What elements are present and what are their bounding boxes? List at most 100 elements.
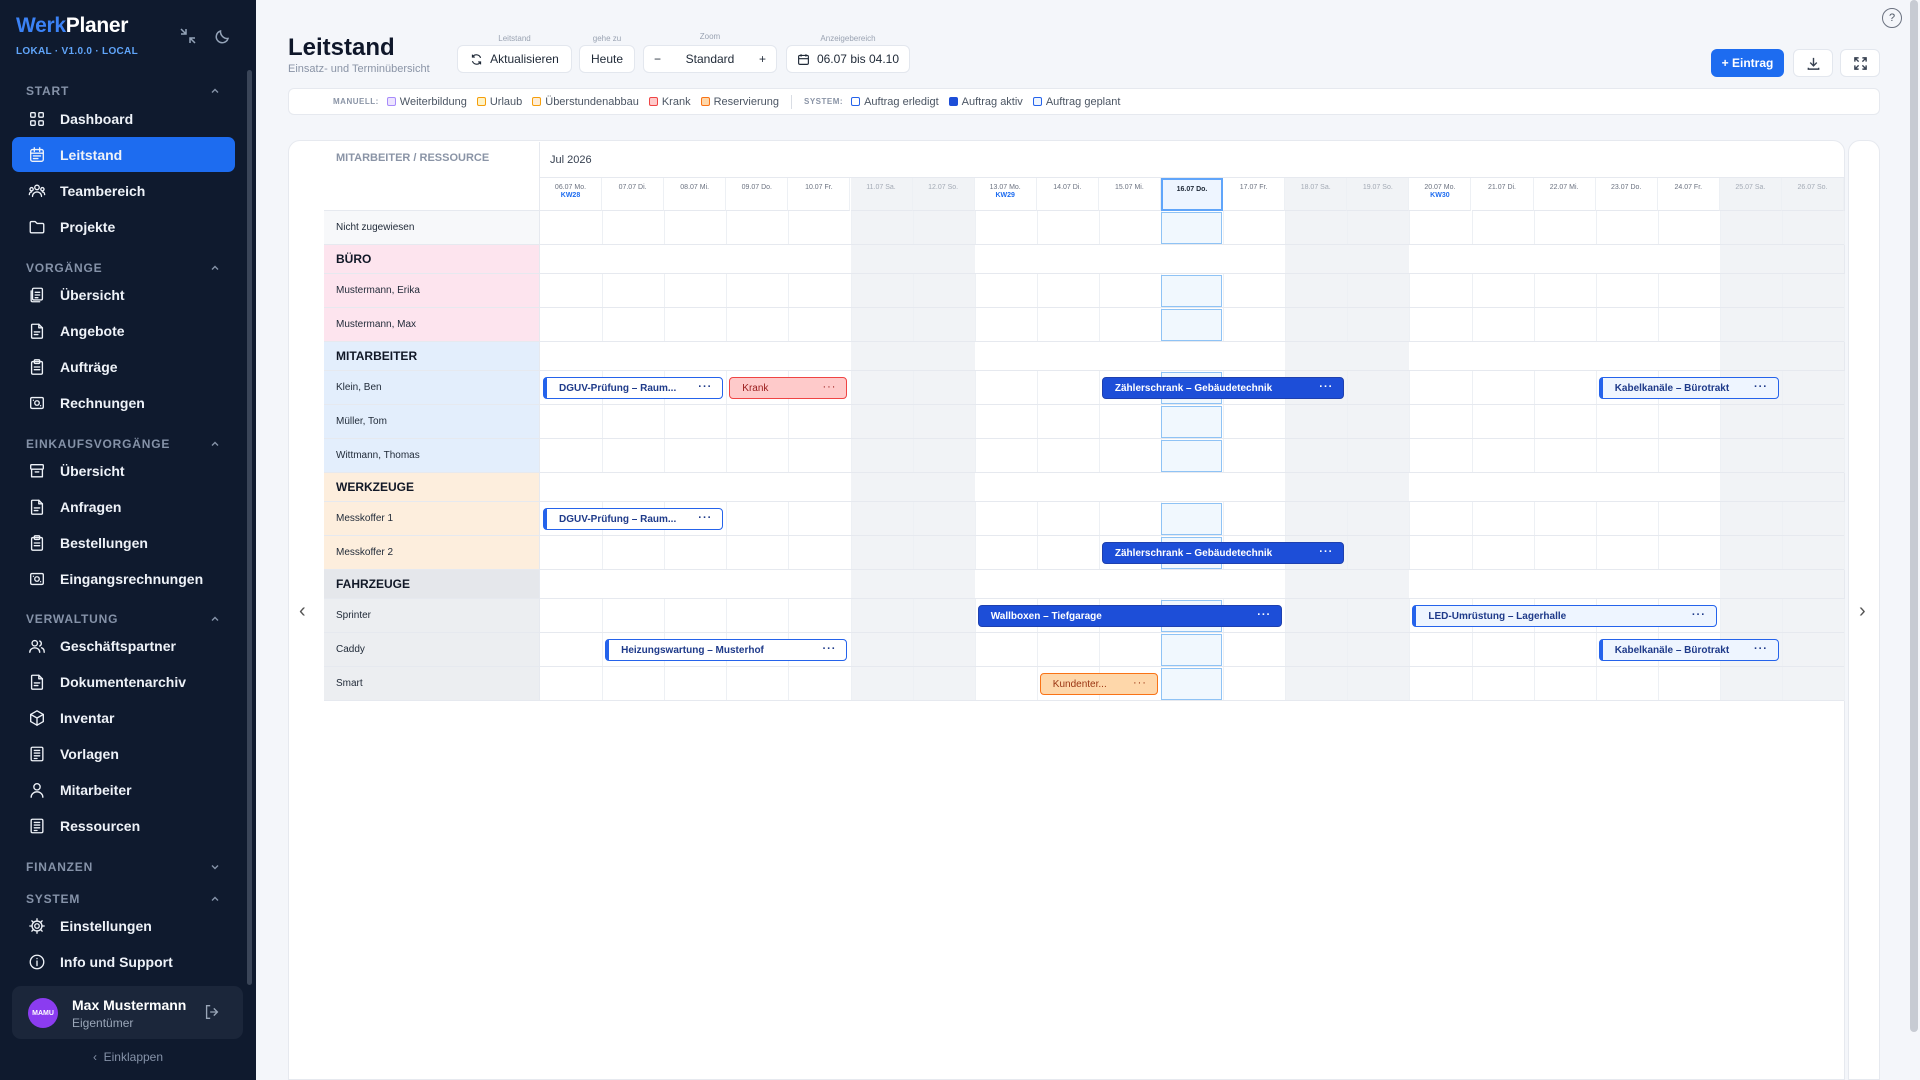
resource-row-label[interactable]: Mustermann, Erika [324, 274, 540, 308]
resource-row-label[interactable]: Messkoffer 2 [324, 536, 540, 570]
schedule-event[interactable]: DGUV-Prüfung – Raum... ··· [543, 508, 724, 530]
new-entry-button[interactable]: + Eintrag [1711, 49, 1784, 77]
sidebar-item-dashboard[interactable]: Dashboard [12, 101, 235, 136]
day-header[interactable]: 19.07 So. [1347, 178, 1410, 211]
day-header[interactable]: 06.07 Mo. KW28 [540, 178, 602, 211]
more-options-icon[interactable]: ··· [1692, 609, 1706, 621]
schedule-event[interactable]: Kabelkanäle – Bürotrakt ··· [1598, 377, 1779, 399]
day-header[interactable]: 13.07 Mo. KW29 [974, 178, 1037, 211]
sidebar-item-einstellungen[interactable]: Einstellungen [12, 908, 235, 943]
schedule-event[interactable]: Heizungswartung – Musterhof ··· [605, 639, 848, 661]
more-options-icon[interactable]: ··· [1133, 677, 1147, 689]
download-button[interactable] [1793, 49, 1833, 77]
day-header[interactable]: 14.07 Di. [1036, 178, 1099, 211]
app-logo[interactable]: WerkPlaner [16, 14, 128, 38]
day-header[interactable]: 17.07 Fr. [1223, 178, 1286, 211]
sidebar-item-angebote[interactable]: Angebote [12, 313, 235, 348]
more-options-icon[interactable]: ··· [1319, 546, 1333, 558]
resource-row-label[interactable]: Smart [324, 667, 540, 701]
sidebar-item-leitstand[interactable]: Leitstand [12, 137, 235, 172]
resource-row-label[interactable]: Caddy [324, 633, 540, 667]
day-header[interactable]: 11.07 Sa. [850, 178, 913, 211]
chevron-up-icon[interactable] [210, 86, 220, 96]
sidebar-item-projekte[interactable]: Projekte [12, 209, 235, 244]
chevron-down-icon[interactable] [210, 862, 220, 872]
more-options-icon[interactable]: ··· [1754, 643, 1768, 655]
fullscreen-button[interactable] [1840, 49, 1880, 77]
today-button[interactable]: Heute [579, 45, 635, 73]
sidebar-section-title[interactable]: FINANZEN [26, 860, 93, 874]
sidebar-scrollbar[interactable] [247, 70, 252, 985]
page-scrollbar[interactable] [1910, 0, 1918, 1032]
chevron-up-icon[interactable] [210, 439, 220, 449]
sidebar-item-geschäftspartner[interactable]: Geschäftspartner [12, 628, 235, 663]
schedule-event[interactable]: Zählerschrank – Gebäudetechnik ··· [1101, 542, 1345, 564]
day-header[interactable]: 22.07 Mi. [1533, 178, 1596, 211]
sidebar-section-title[interactable]: EINKAUFSVORGÄNGE [26, 437, 170, 451]
day-header[interactable]: 16.07 Do. [1161, 178, 1223, 211]
day-header[interactable]: 23.07 Do. [1595, 178, 1658, 211]
day-header[interactable]: 08.07 Mi. [664, 178, 727, 211]
resource-row-label[interactable]: Müller, Tom [324, 405, 540, 439]
sidebar-item-bestellungen[interactable]: Bestellungen [12, 525, 235, 560]
resource-row-label[interactable]: Klein, Ben [324, 371, 540, 405]
day-header[interactable]: 21.07 Di. [1471, 178, 1534, 211]
collapse-arrows-icon[interactable] [178, 26, 198, 46]
zoom-out-button[interactable]: − [654, 52, 661, 66]
sidebar-item-ressourcen[interactable]: Ressourcen [12, 808, 235, 843]
sidebar-item-übersicht[interactable]: Übersicht [12, 453, 235, 488]
logout-icon[interactable] [203, 1003, 221, 1021]
day-header[interactable]: 15.07 Mi. [1098, 178, 1161, 211]
day-header[interactable]: 10.07 Fr. [788, 178, 851, 211]
schedule-event[interactable]: LED-Umrüstung – Lagerhalle ··· [1412, 605, 1717, 627]
sidebar-item-dokumentenarchiv[interactable]: Dokumentenarchiv [12, 664, 235, 699]
more-options-icon[interactable]: ··· [698, 381, 712, 393]
schedule-event[interactable]: DGUV-Prüfung – Raum... ··· [543, 377, 724, 399]
day-header[interactable]: 24.07 Fr. [1657, 178, 1720, 211]
resource-row-label[interactable]: Messkoffer 1 [324, 502, 540, 536]
schedule-event[interactable]: Krank ··· [729, 377, 848, 399]
moon-icon[interactable] [213, 26, 233, 46]
sidebar-item-übersicht[interactable]: Übersicht [12, 277, 235, 312]
sidebar-section-title[interactable]: VERWALTUNG [26, 612, 118, 626]
sidebar-item-rechnungen[interactable]: Rechnungen [12, 385, 235, 420]
more-options-icon[interactable]: ··· [1257, 609, 1271, 621]
schedule-event[interactable]: Zählerschrank – Gebäudetechnik ··· [1101, 377, 1345, 399]
day-header[interactable]: 07.07 Di. [602, 178, 665, 211]
collapse-sidebar-button[interactable]: ‹ Einklappen [0, 1050, 256, 1064]
zoom-in-button[interactable]: + [759, 52, 766, 66]
day-header[interactable]: 12.07 So. [912, 178, 975, 211]
day-header[interactable]: 18.07 Sa. [1285, 178, 1348, 211]
day-header[interactable]: 09.07 Do. [726, 178, 789, 211]
sidebar-item-mitarbeiter[interactable]: Mitarbeiter [12, 772, 235, 807]
more-options-icon[interactable]: ··· [822, 381, 836, 393]
sidebar-item-anfragen[interactable]: Anfragen [12, 489, 235, 524]
chevron-up-icon[interactable] [210, 263, 220, 273]
chevron-up-icon[interactable] [210, 894, 220, 904]
sidebar-item-eingangsrechnungen[interactable]: Eingangsrechnungen [12, 561, 235, 596]
prev-period-button[interactable]: ‹ [299, 600, 311, 622]
day-header[interactable]: 26.07 So. [1782, 178, 1844, 211]
user-card[interactable]: MAMU Max Mustermann Eigentümer [12, 986, 243, 1039]
more-options-icon[interactable]: ··· [698, 512, 712, 524]
sidebar-item-vorlagen[interactable]: Vorlagen [12, 736, 235, 771]
help-icon[interactable]: ? [1882, 8, 1902, 28]
resource-row-label[interactable]: Nicht zugewiesen [324, 211, 540, 245]
next-period-button[interactable]: › [1859, 600, 1871, 622]
sidebar-item-teambereich[interactable]: Teambereich [12, 173, 235, 208]
day-header[interactable]: 20.07 Mo. KW30 [1409, 178, 1472, 211]
more-options-icon[interactable]: ··· [1319, 381, 1333, 393]
chevron-up-icon[interactable] [210, 614, 220, 624]
refresh-button[interactable]: Aktualisieren [457, 45, 572, 73]
more-options-icon[interactable]: ··· [1754, 381, 1768, 393]
sidebar-section-title[interactable]: VORGÄNGE [26, 261, 102, 275]
sidebar-section-title[interactable]: START [26, 84, 69, 98]
resource-row-label[interactable]: Wittmann, Thomas [324, 439, 540, 473]
resource-row-label[interactable]: Mustermann, Max [324, 308, 540, 342]
schedule-event[interactable]: Kabelkanäle – Bürotrakt ··· [1598, 639, 1779, 661]
sidebar-item-aufträge[interactable]: Aufträge [12, 349, 235, 384]
day-header[interactable]: 25.07 Sa. [1719, 178, 1782, 211]
schedule-event[interactable]: Kundenter... ··· [1039, 673, 1158, 695]
more-options-icon[interactable]: ··· [822, 643, 836, 655]
sidebar-item-inventar[interactable]: Inventar [12, 700, 235, 735]
